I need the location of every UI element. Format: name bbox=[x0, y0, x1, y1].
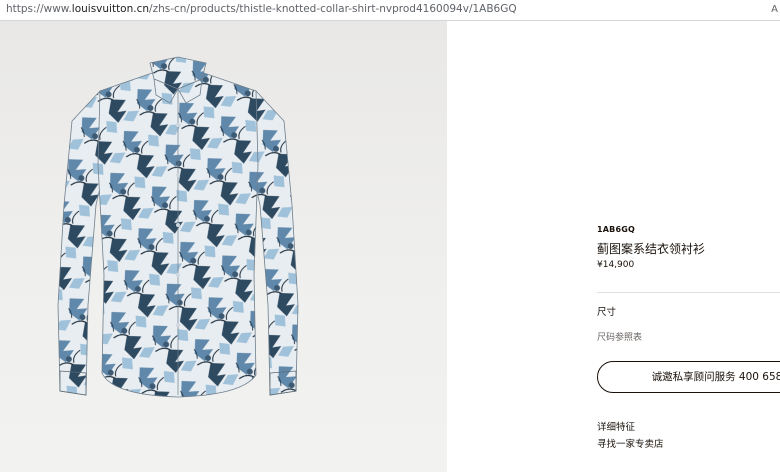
product-price: ¥14,900 bbox=[597, 260, 635, 270]
product-info-panel: 1AB6GQ 蓟图案系结衣领衬衫 ¥14,900 尺寸 尺码参照表 诚邀私享顾问… bbox=[447, 21, 780, 472]
address-bar[interactable]: https://www.louisvuitton.cn/zhs-cn/produ… bbox=[0, 0, 780, 21]
url-prefix: https://www. bbox=[6, 3, 72, 15]
product-title: 蓟图案系结衣领衬衫 bbox=[597, 242, 706, 256]
divider bbox=[597, 292, 780, 293]
product-sku: 1AB6GQ bbox=[597, 225, 635, 234]
size-selector-label[interactable]: 尺寸 bbox=[597, 304, 616, 318]
url-path: /zhs-cn/products/thistle-knotted-collar-… bbox=[149, 3, 517, 15]
url-host: louisvuitton.cn bbox=[71, 3, 150, 15]
product-image-panel[interactable] bbox=[0, 21, 447, 472]
contact-advisor-button[interactable]: 诚邀私享顾问服务 400 6588 555 bbox=[597, 361, 780, 393]
product-details-link[interactable]: 详细特征 bbox=[597, 419, 635, 433]
product-image[interactable] bbox=[52, 55, 304, 413]
find-store-link[interactable]: 寻找一家专卖店 bbox=[597, 436, 664, 450]
browser-edge-glyph: A bbox=[771, 4, 778, 15]
size-guide-link[interactable]: 尺码参照表 bbox=[597, 330, 642, 343]
